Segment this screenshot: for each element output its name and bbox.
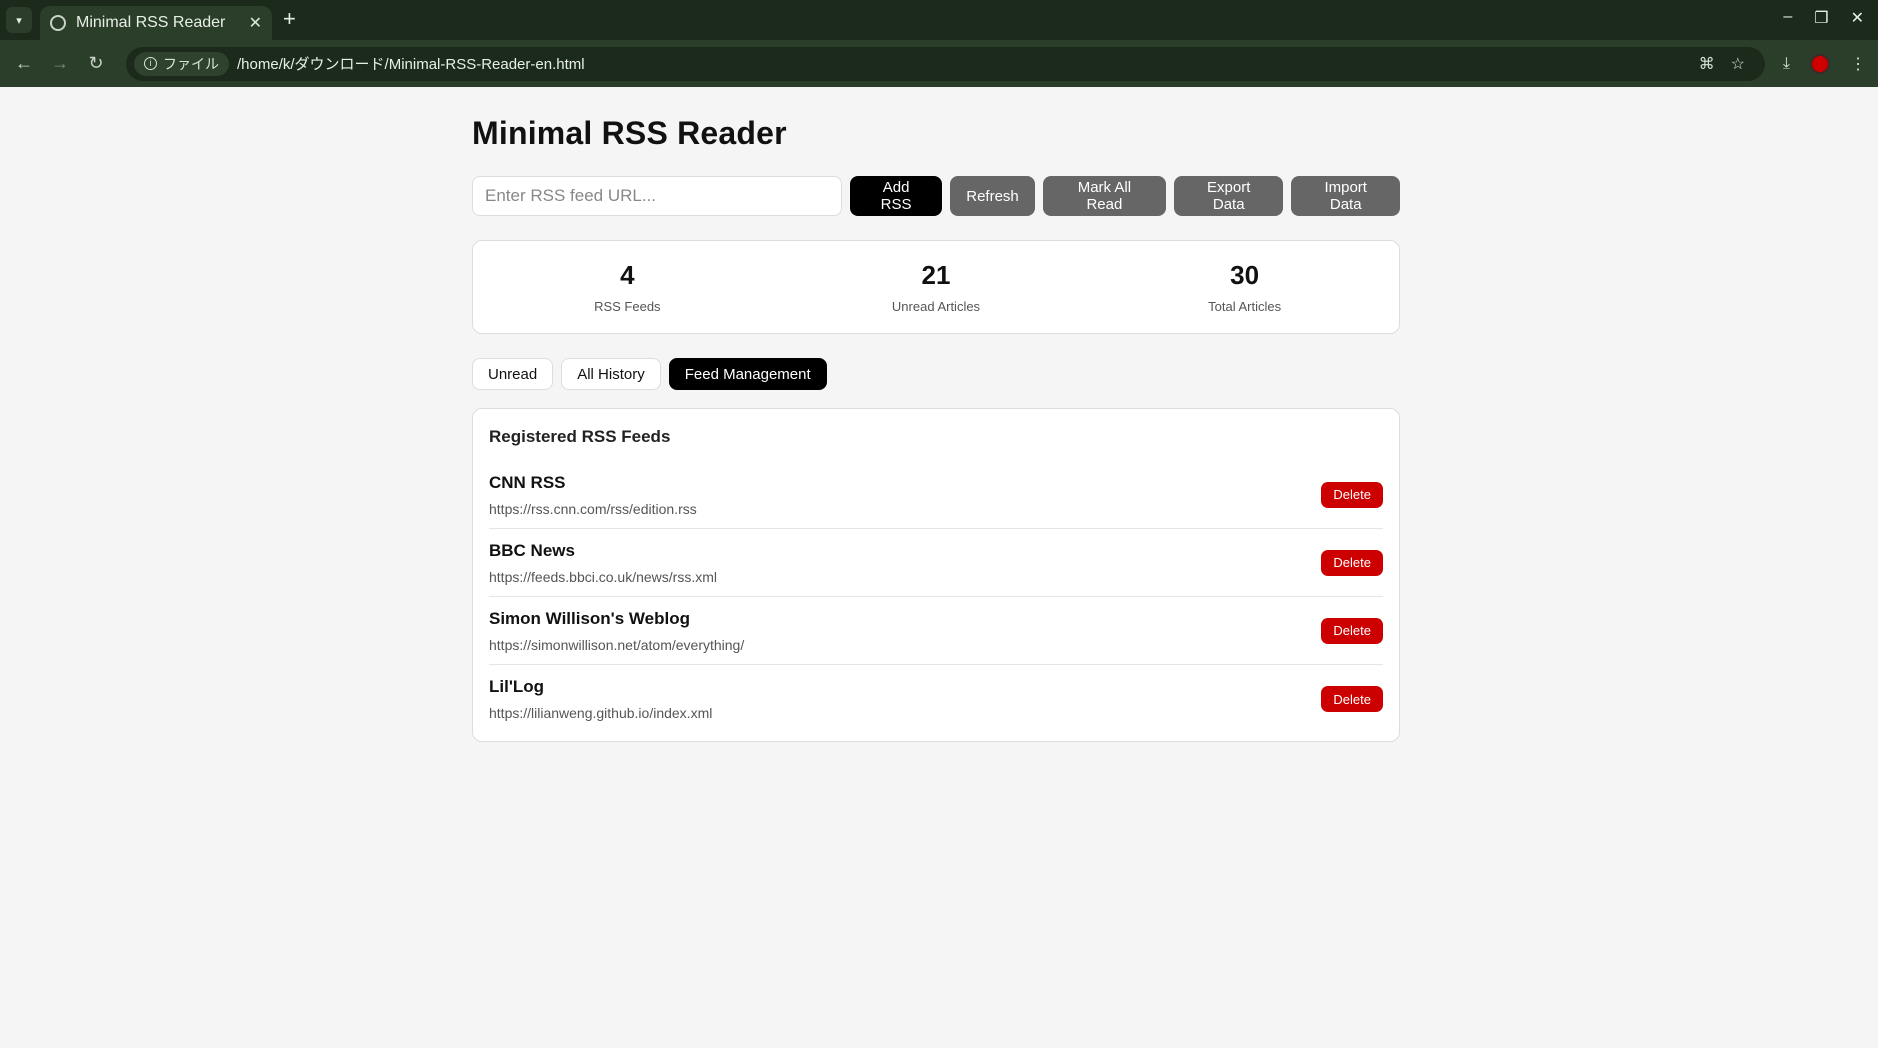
stat-value: 21: [921, 260, 951, 290]
scheme-label: ファイル: [163, 55, 219, 72]
feed-url: https://lilianweng.github.io/index.xml: [489, 705, 713, 721]
close-tab-icon[interactable]: ✕: [249, 13, 262, 33]
delete-feed-button[interactable]: Delete: [1321, 549, 1383, 576]
tab-title: Minimal RSS Reader: [76, 14, 226, 31]
new-tab-icon[interactable]: +: [283, 6, 296, 32]
menu-kebab-icon[interactable]: ⋮: [1850, 54, 1866, 74]
info-icon: i: [144, 57, 157, 70]
feed-name: Simon Willison's Weblog: [489, 608, 690, 628]
export-data-button[interactable]: Export Data: [1174, 176, 1284, 216]
minimize-icon[interactable]: –: [1783, 8, 1792, 28]
rss-url-input[interactable]: [472, 176, 842, 216]
tab-all-history[interactable]: All History: [561, 358, 661, 390]
address-bar: ← → ↻ i ファイル /home/k/ダウンロード/Minimal-RSS-…: [0, 40, 1878, 87]
import-data-button[interactable]: Import Data: [1291, 176, 1400, 216]
feed-url: https://feeds.bbci.co.uk/news/rss.xml: [489, 568, 717, 585]
window-controls: – ❐ ✕: [1783, 8, 1864, 28]
site-info-chip[interactable]: i ファイル: [134, 51, 229, 76]
globe-icon: [50, 15, 66, 31]
stat-label: Unread Articles: [891, 299, 981, 314]
feed-row: CNN RSS https://rss.cnn.com/rss/edition.…: [489, 461, 1383, 529]
stat-value: 4: [620, 260, 635, 290]
profile-avatar[interactable]: [1810, 53, 1830, 74]
mark-all-read-button[interactable]: Mark All Read: [1042, 176, 1167, 216]
delete-feed-button[interactable]: Delete: [1321, 481, 1383, 508]
reload-icon[interactable]: ↻: [84, 53, 108, 74]
tab-feed-management[interactable]: Feed Management: [668, 358, 827, 390]
browser-titlebar: ▾ Minimal RSS Reader ✕ + – ❐ ✕: [0, 0, 1878, 40]
browser-tab[interactable]: Minimal RSS Reader ✕: [40, 6, 272, 40]
refresh-button[interactable]: Refresh: [950, 176, 1035, 216]
feed-url: https://simonwillison.net/atom/everythin…: [489, 636, 745, 653]
page-title: Minimal RSS Reader: [472, 115, 787, 151]
feed-row: Simon Willison's Weblog https://simonwil…: [489, 597, 1383, 665]
stat-label: RSS Feeds: [594, 299, 661, 314]
feed-name: Lil'Log: [489, 677, 545, 696]
view-tabs: Unread All History Feed Management: [472, 358, 1400, 390]
tab-unread[interactable]: Unread: [472, 358, 554, 390]
controls-bar: Add RSS Refresh Mark All Read Export Dat…: [472, 176, 1400, 216]
feed-row: Lil'Log https://lilianweng.github.io/ind…: [489, 665, 1383, 733]
translate-icon[interactable]: ⌘: [1699, 54, 1715, 74]
delete-feed-button[interactable]: Delete: [1321, 617, 1383, 644]
url-text[interactable]: /home/k/ダウンロード/Minimal-RSS-Reader-en.htm…: [237, 53, 1699, 74]
feed-row: BBC News https://feeds.bbci.co.uk/news/r…: [489, 529, 1383, 597]
app-container: Minimal RSS Reader Add RSS Refresh Mark …: [472, 87, 1400, 742]
stat-rss-feeds: 4 RSS Feeds: [527, 260, 727, 314]
tab-search-chevron-icon[interactable]: ▾: [6, 7, 32, 33]
panel-title: Registered RSS Feeds: [489, 427, 671, 446]
close-window-icon[interactable]: ✕: [1851, 8, 1864, 28]
stats-panel: 4 RSS Feeds 21 Unread Articles 30 Total …: [472, 240, 1400, 334]
bookmark-star-icon[interactable]: ☆: [1731, 54, 1745, 74]
add-rss-button[interactable]: Add RSS: [849, 176, 943, 216]
stat-label: Total Articles: [1208, 299, 1282, 314]
back-icon[interactable]: ←: [12, 53, 36, 74]
feed-url: https://rss.cnn.com/rss/edition.rss: [489, 500, 697, 517]
feed-management-panel: Registered RSS Feeds CNN RSS https://rss…: [472, 408, 1400, 742]
restore-icon[interactable]: ❐: [1814, 8, 1828, 28]
omnibox[interactable]: i ファイル /home/k/ダウンロード/Minimal-RSS-Reader…: [126, 46, 1765, 81]
stat-value: 30: [1230, 260, 1260, 290]
forward-icon[interactable]: →: [48, 53, 72, 74]
delete-feed-button[interactable]: Delete: [1321, 686, 1383, 712]
stat-unread-articles: 21 Unread Articles: [836, 260, 1036, 314]
download-icon[interactable]: ⤓: [1783, 55, 1790, 73]
feed-name: CNN RSS: [489, 472, 566, 492]
stat-total-articles: 30 Total Articles: [1145, 260, 1345, 314]
feed-name: BBC News: [489, 540, 575, 560]
